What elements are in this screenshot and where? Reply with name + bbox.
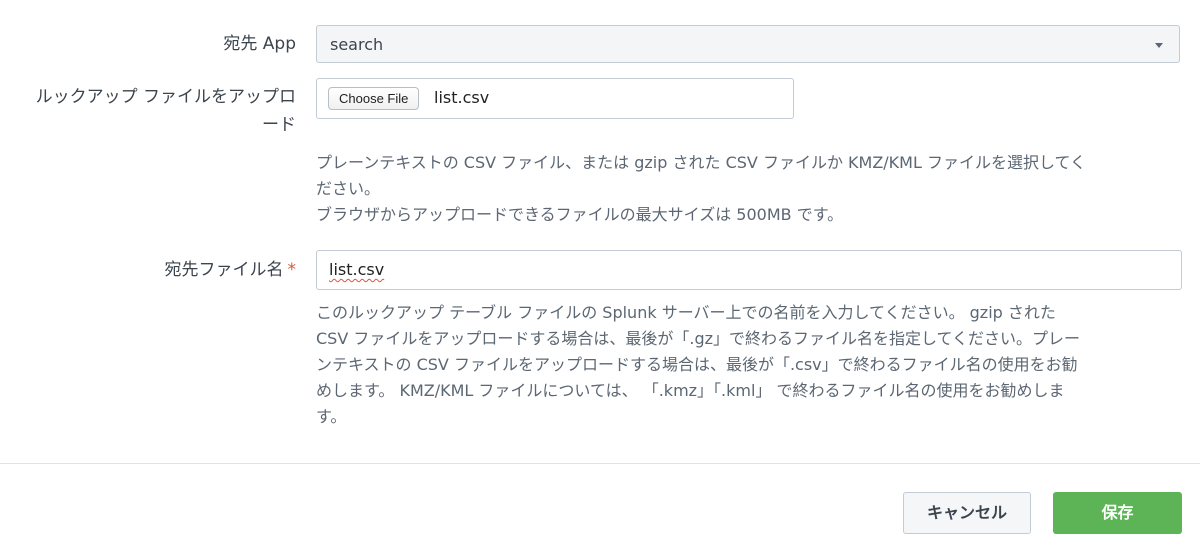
- upload-label-line2: ード: [262, 115, 296, 135]
- footer-divider: [0, 463, 1200, 464]
- dest-app-selected-value: search: [330, 35, 384, 54]
- chevron-down-icon: [1155, 43, 1163, 48]
- dest-file-help-line3: ンテキストの CSV ファイルをアップロードする場合は、最後が「.csv」で終わ…: [316, 355, 1078, 374]
- dest-file-name-value: list.csv: [329, 260, 385, 279]
- cancel-button[interactable]: キャンセル: [903, 492, 1031, 534]
- choose-file-button[interactable]: Choose File: [328, 87, 420, 110]
- upload-help-line2: ださい。: [316, 179, 381, 198]
- upload-help-line3: ブラウザからアップロードできるファイルの最大サイズは 500MB です。: [316, 205, 844, 224]
- dest-app-label-text: 宛先 App: [223, 34, 296, 54]
- dest-file-help-text: このルックアップ テーブル ファイルの Splunk サーバー上での名前を入力し…: [316, 300, 1080, 430]
- dest-file-help-line4: めします。 KMZ/KML ファイルについては、 「.kmz」「.kml」 で終…: [316, 381, 1065, 400]
- selected-file-name: list.csv: [434, 88, 490, 107]
- dest-file-label-text: 宛先ファイル名: [164, 260, 284, 280]
- dest-file-name-input[interactable]: list.csv: [316, 250, 1182, 290]
- lookup-upload-form: 宛先 App search ルックアップ ファイルをアップロ ード Choose…: [0, 0, 1200, 545]
- upload-help-text: プレーンテキストの CSV ファイル、または gzip された CSV ファイル…: [316, 150, 1086, 228]
- upload-label: ルックアップ ファイルをアップロ ード: [6, 83, 296, 139]
- file-upload-field: Choose File list.csv: [316, 78, 794, 119]
- dest-app-select[interactable]: search: [316, 25, 1180, 63]
- dest-file-label: 宛先ファイル名 *: [165, 256, 297, 284]
- dest-file-help-line2: CSV ファイルをアップロードする場合は、最後が「.gz」で終わるファイル名を指…: [316, 329, 1081, 348]
- dest-file-help-line1: このルックアップ テーブル ファイルの Splunk サーバー上での名前を入力し…: [316, 303, 1056, 322]
- dest-file-help-line5: す。: [316, 407, 347, 426]
- required-mark: *: [287, 260, 297, 280]
- dest-app-label: 宛先 App: [223, 30, 296, 58]
- upload-help-line1: プレーンテキストの CSV ファイル、または gzip された CSV ファイル…: [316, 153, 1087, 172]
- save-button[interactable]: 保存: [1053, 492, 1182, 534]
- upload-label-line1: ルックアップ ファイルをアップロ: [35, 87, 296, 107]
